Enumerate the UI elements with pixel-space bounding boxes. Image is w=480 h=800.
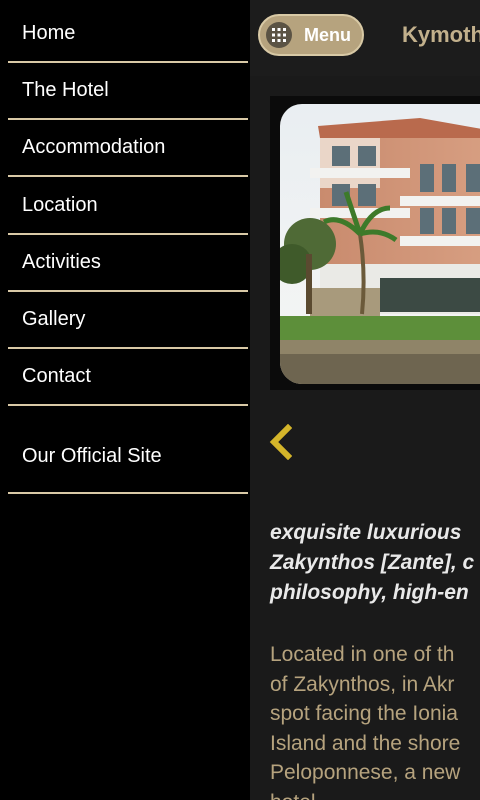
grid-icon — [266, 22, 292, 48]
nav-item-label: Activities — [22, 251, 101, 273]
image-slider — [270, 96, 480, 390]
nav-item-home[interactable]: Home — [8, 6, 248, 63]
description-text: Located in one of th of Zakynthos, in Ak… — [270, 640, 480, 800]
nav-item-label: Location — [22, 194, 98, 216]
intro-line: philosophy, high-en — [270, 581, 469, 604]
nav-item-contact[interactable]: Contact — [8, 349, 248, 406]
top-bar: Menu Kymothoi — [250, 0, 480, 76]
hotel-photo — [280, 104, 480, 384]
intro-text: exquisite luxurious Zakynthos [Zante], c… — [270, 518, 480, 608]
nav-item-gallery[interactable]: Gallery — [8, 292, 248, 349]
slider-prev-button[interactable] — [268, 423, 293, 465]
description-line: of Zakynthos, in Akr — [270, 672, 455, 696]
main-panel: Menu Kymothoi — [250, 0, 480, 800]
nav-item-the-hotel[interactable]: The Hotel — [8, 63, 248, 120]
intro-line: Zakynthos [Zante], c — [270, 551, 475, 574]
description-line: Located in one of th — [270, 643, 455, 666]
menu-button-label: Menu — [304, 24, 351, 45]
site-title: Kymothoi — [402, 22, 480, 47]
nav-item-accommodation[interactable]: Accommodation — [8, 120, 248, 177]
intro-line: exquisite luxurious — [270, 521, 462, 544]
nav-item-label: Contact — [22, 365, 91, 387]
description-line: hotel ... — [270, 788, 480, 800]
description-line: Island and the shore — [270, 731, 461, 755]
nav-item-label: Accommodation — [22, 136, 166, 158]
menu-button[interactable]: Menu — [258, 14, 364, 56]
nav-item-label: Our Official Site — [22, 444, 162, 467]
nav-item-label: The Hotel — [22, 79, 109, 101]
chevron-left-icon — [268, 423, 293, 464]
nav-item-official-site[interactable]: Our Official Site — [8, 420, 248, 494]
nav-item-activities[interactable]: Activities — [8, 235, 248, 292]
nav-item-location[interactable]: Location — [8, 178, 248, 235]
nav-item-label: Gallery — [22, 308, 86, 330]
nav-item-label: Home — [22, 22, 76, 44]
description-line: spot facing the Ionia — [270, 702, 458, 725]
description-line: Peloponnese, a new — [270, 761, 461, 784]
side-drawer: Home The Hotel Accommodation Location Ac… — [0, 0, 250, 800]
